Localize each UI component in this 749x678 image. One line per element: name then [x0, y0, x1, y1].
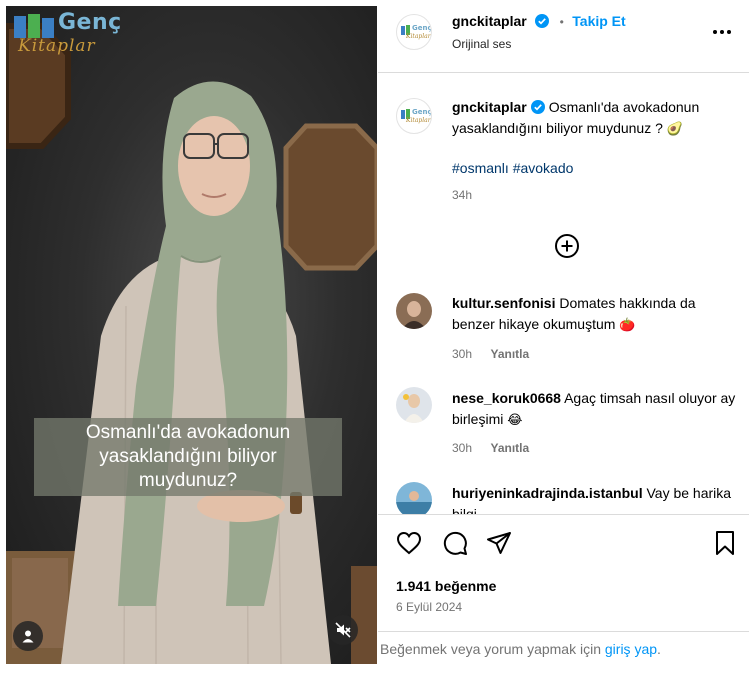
- comment-icon[interactable]: [442, 530, 468, 556]
- video-frame: [6, 23, 377, 664]
- reply-button[interactable]: Yanıtla: [490, 441, 529, 455]
- plus-circle-icon[interactable]: [554, 233, 580, 259]
- comment-item: nese_koruk0668 Agaç timsah nasıl oluyor …: [452, 388, 742, 431]
- heart-icon[interactable]: [396, 531, 422, 555]
- comment-clip: huriyeninkadrajinda.istanbul Vay be hari…: [378, 478, 749, 514]
- login-prompt-text: Beğenmek veya yorum yapmak için: [380, 641, 601, 657]
- video-caption: Osmanlı'da avokadonun yasaklandığını bil…: [85, 422, 291, 491]
- user-tag-button[interactable]: [13, 621, 43, 651]
- comment-item: kultur.senfonisi Domates hakkında da ben…: [452, 293, 742, 336]
- bookmark-icon[interactable]: [714, 530, 736, 556]
- reel-video[interactable]: Genç Kitaplar Osmanlı'da avokadonun yasa…: [6, 6, 377, 664]
- audio-label[interactable]: Orijinal ses: [452, 37, 511, 51]
- video-caption-box: Osmanlı'da avokadonun yasaklandığını bil…: [34, 418, 342, 496]
- comment-time[interactable]: 30h: [452, 347, 472, 361]
- post-caption: gnckitaplar Osmanlı'da avokadonun yasakla…: [452, 97, 742, 140]
- hashtag-osmanli[interactable]: #osmanlı: [452, 160, 509, 176]
- mute-button[interactable]: [328, 615, 358, 645]
- comment-username[interactable]: nese_koruk0668: [452, 390, 561, 406]
- caption-avatar[interactable]: Genç Kitaplar: [396, 98, 432, 134]
- reply-button[interactable]: Yanıtla: [490, 347, 529, 361]
- verified-badge-icon: [530, 100, 545, 114]
- avatar-word: Genç: [412, 24, 432, 32]
- header-separator: •: [559, 15, 564, 29]
- author-username[interactable]: gnckitaplar: [452, 13, 527, 29]
- octagon-frame-right: [283, 123, 377, 271]
- comment-item: huriyeninkadrajinda.istanbul Vay be hari…: [452, 483, 742, 514]
- post-panel: Genç Kitaplar gnckitaplar • Takip Et Ori…: [378, 0, 749, 678]
- comment-time[interactable]: 30h: [452, 441, 472, 455]
- comment-avatar[interactable]: [396, 293, 432, 329]
- more-horizontal-icon[interactable]: [712, 29, 732, 35]
- logo-script: Kitaplar: [18, 36, 96, 56]
- shelf-bottom-right: [351, 566, 377, 664]
- send-icon[interactable]: [486, 531, 512, 555]
- person-face: [178, 116, 250, 216]
- post-time[interactable]: 34h: [452, 188, 472, 202]
- avatar-script: Kitaplar: [406, 33, 431, 40]
- footer-divider: [378, 631, 749, 632]
- follow-button[interactable]: Takip Et: [572, 13, 625, 29]
- tomato-emoji: 🍅: [619, 318, 636, 333]
- avatar-word: Genç: [412, 108, 432, 116]
- user-icon: [22, 630, 34, 643]
- laughing-emoji: 😂: [507, 413, 523, 428]
- hashtag-avokado[interactable]: #avokado: [513, 160, 574, 176]
- caption-username[interactable]: gnckitaplar: [452, 99, 527, 115]
- avatar-script: Kitaplar: [406, 117, 431, 124]
- logo-word: Genç: [58, 10, 122, 35]
- author-avatar[interactable]: Genç Kitaplar: [396, 14, 432, 50]
- comment-username[interactable]: kultur.senfonisi: [452, 295, 555, 311]
- actions-divider: [378, 514, 749, 515]
- post-date: 6 Eylül 2024: [396, 600, 463, 614]
- comment-avatar[interactable]: [396, 387, 432, 423]
- likes-count[interactable]: 1.941 beğenme: [396, 578, 496, 594]
- speaker-muted-icon: [335, 622, 351, 638]
- brand-logo: Genç Kitaplar: [10, 8, 122, 60]
- login-prompt: Beğenmek veya yorum yapmak için giriş ya…: [380, 639, 661, 660]
- header-divider: [378, 72, 749, 73]
- login-prompt-end: .: [657, 641, 661, 657]
- verified-badge-icon: [535, 14, 550, 28]
- avocado-emoji: 🥑: [666, 122, 683, 137]
- comment-avatar[interactable]: [396, 482, 432, 514]
- login-link[interactable]: giriş yap: [605, 641, 657, 657]
- hashtags: #osmanlı #avokado: [452, 158, 573, 179]
- comment-username[interactable]: huriyeninkadrajinda.istanbul: [452, 485, 643, 501]
